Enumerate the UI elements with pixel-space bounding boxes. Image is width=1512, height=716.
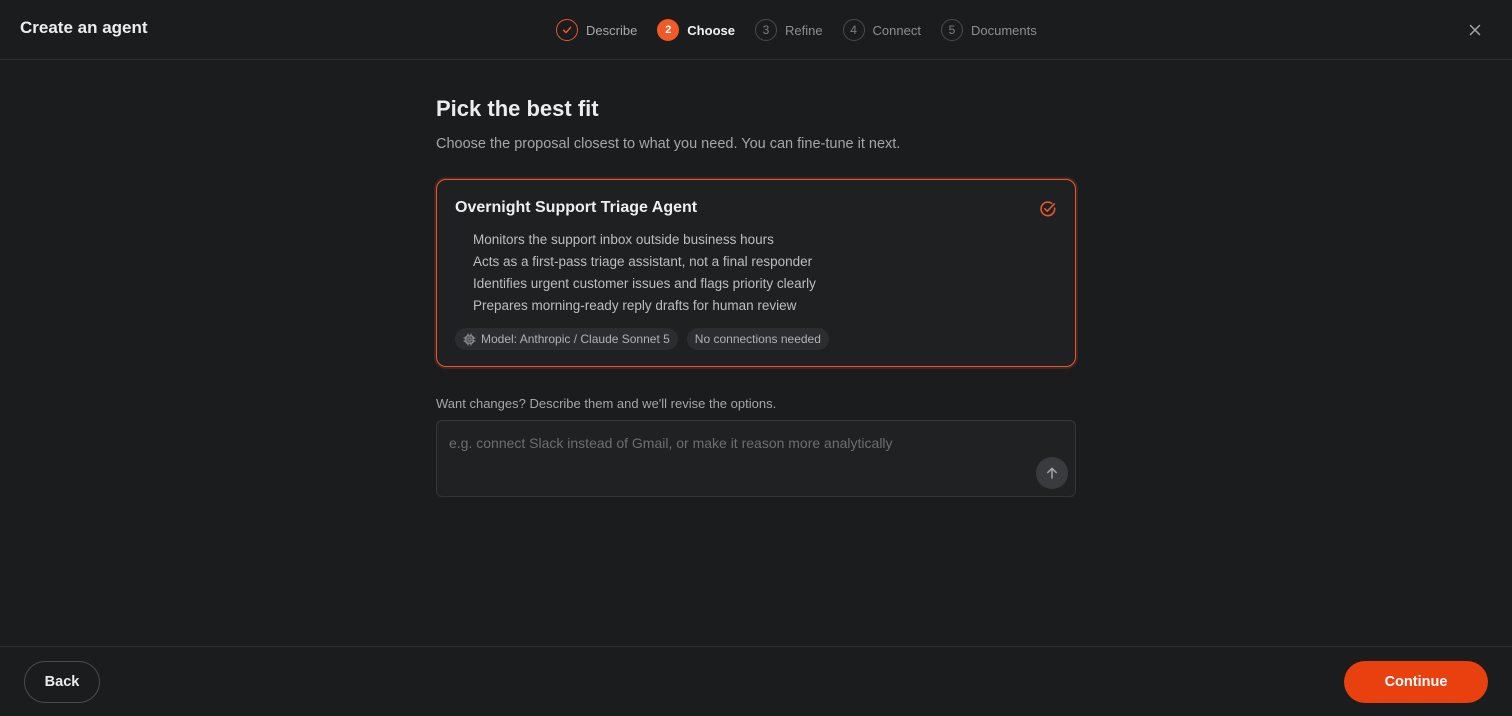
- changes-box: [436, 420, 1076, 497]
- step-describe[interactable]: Describe: [556, 19, 637, 41]
- close-icon: [1469, 24, 1481, 36]
- step-connect[interactable]: 4 Connect: [842, 19, 921, 41]
- proposal-card[interactable]: Overnight Support Triage Agent Monitors …: [436, 179, 1076, 367]
- proposal-title: Overnight Support Triage Agent: [455, 199, 698, 216]
- list-item: Identifies urgent customer issues and fl…: [473, 276, 816, 291]
- main-content: Pick the best fit Choose the proposal cl…: [436, 96, 1076, 497]
- list-item: Monitors the support inbox outside busin…: [473, 232, 774, 247]
- changes-input[interactable]: [449, 432, 1029, 454]
- list-item: Acts as a first-pass triage assistant, n…: [473, 254, 813, 269]
- list-item: Prepares morning-ready reply drafts for …: [473, 298, 797, 313]
- arrow-up-icon: [1047, 467, 1057, 479]
- selected-check-circle-icon: [1040, 201, 1056, 217]
- send-button[interactable]: [1036, 457, 1068, 489]
- step-choose[interactable]: 2 Choose: [657, 19, 735, 41]
- step-label: Choose: [687, 22, 735, 38]
- step-number: 4: [842, 19, 865, 41]
- step-documents[interactable]: 5 Documents: [940, 19, 1037, 41]
- step-number: 5: [940, 19, 963, 41]
- page-header-title: Create an agent: [20, 18, 148, 37]
- step-number: 3: [754, 19, 777, 41]
- connections-chip: No connections needed: [686, 328, 829, 350]
- proposal-chips: Model: Anthropic / Claude Sonnet 5 No co…: [455, 328, 1057, 350]
- connections-chip-label: No connections needed: [694, 332, 821, 346]
- stepper: Describe 2 Choose 3 Refine 4 Connect 5 D…: [556, 18, 1057, 42]
- step-done-check-icon: [556, 19, 578, 41]
- page-subtitle: Choose the proposal closest to what you …: [436, 136, 901, 152]
- cpu-chip-icon: [463, 333, 476, 345]
- header: Create an agent Describe 2 Choose 3 Refi…: [0, 0, 1512, 60]
- step-label: Describe: [586, 22, 638, 38]
- page-title: Pick the best fit: [436, 96, 599, 121]
- changes-label: Want changes? Describe them and we'll re…: [436, 396, 777, 411]
- footer: Back Continue: [0, 646, 1512, 716]
- step-refine[interactable]: 3 Refine: [754, 19, 823, 41]
- close-button[interactable]: [1464, 19, 1486, 41]
- proposal-features: Monitors the support inbox outside busin…: [473, 229, 1057, 317]
- step-label: Connect: [872, 22, 921, 38]
- step-label: Documents: [970, 22, 1037, 38]
- continue-button[interactable]: Continue: [1344, 661, 1488, 703]
- back-button[interactable]: Back: [24, 661, 100, 703]
- step-label: Refine: [784, 22, 823, 38]
- model-chip-label: Model: Anthropic / Claude Sonnet 5: [481, 332, 670, 346]
- step-number: 2: [657, 19, 680, 41]
- model-chip: Model: Anthropic / Claude Sonnet 5: [455, 328, 678, 350]
